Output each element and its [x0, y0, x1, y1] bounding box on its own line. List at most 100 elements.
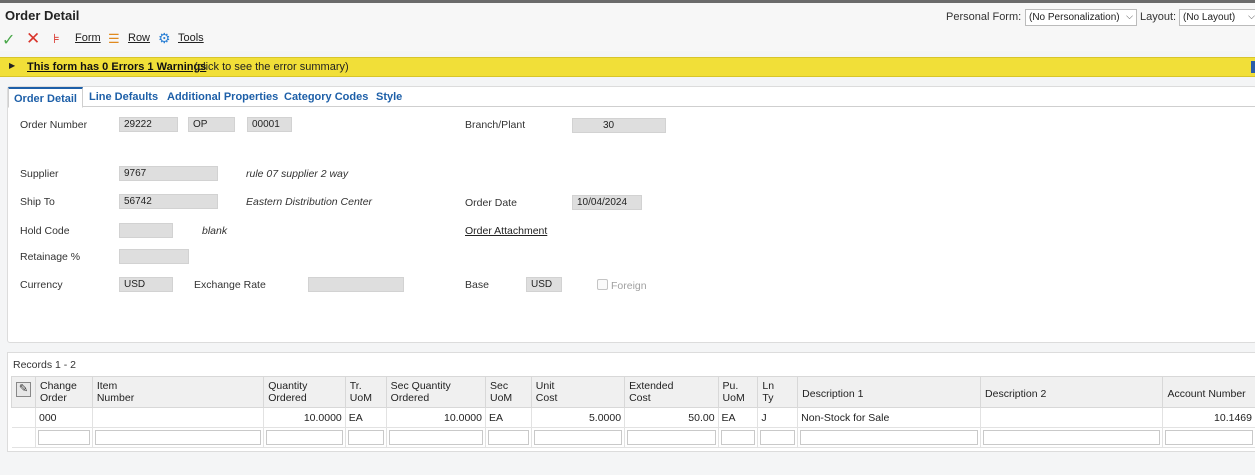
- new-entry-row[interactable]: [11, 427, 1255, 448]
- tab-line-defaults[interactable]: Line Defaults: [89, 91, 158, 103]
- cell-sec-quantity-ordered[interactable]: 10.0000: [386, 407, 486, 428]
- personal-form-select[interactable]: (No Personalization) ⌵: [1025, 9, 1137, 26]
- order-type-field[interactable]: OP: [188, 117, 235, 132]
- layout-select[interactable]: (No Layout) ⌵: [1179, 9, 1255, 26]
- warning-bar[interactable]: ▶ This form has 0 Errors 1 Warnings (cli…: [0, 57, 1255, 77]
- form-menu-button[interactable]: Form: [75, 32, 101, 44]
- col-header-ln-ty[interactable]: Ln Ty: [757, 376, 799, 408]
- currency-field[interactable]: USD: [119, 277, 173, 292]
- table-row[interactable]: 000 10.0000 EA 10.0000 EA 5.0000 50.00 E…: [11, 407, 1255, 428]
- col-header-tr-uom[interactable]: Tr. UoM: [344, 376, 387, 408]
- cell-change-order[interactable]: 000: [35, 407, 93, 428]
- row-menu-icon[interactable]: ☰: [108, 31, 120, 47]
- tools-menu-button[interactable]: Tools: [178, 32, 204, 44]
- ship-to-label: Ship To: [20, 196, 55, 208]
- cell-unit-cost[interactable]: 5.0000: [531, 407, 626, 428]
- pu-uom-input[interactable]: [720, 430, 756, 445]
- cell-tr-uom[interactable]: EA: [345, 407, 387, 428]
- cancel-x-icon[interactable]: ✕: [26, 29, 40, 49]
- foreign-checkbox[interactable]: [597, 279, 608, 290]
- ok-checkmark-icon[interactable]: ✓: [2, 30, 15, 50]
- ln-ty-input[interactable]: [760, 430, 796, 445]
- page-title: Order Detail: [5, 8, 80, 23]
- row-select-cell[interactable]: [11, 427, 36, 448]
- quantity-ordered-input[interactable]: [266, 430, 343, 445]
- hold-code-label: Hold Code: [20, 225, 70, 237]
- input-cell[interactable]: [624, 427, 719, 448]
- input-cell[interactable]: [263, 427, 346, 448]
- cell-sec-uom[interactable]: EA: [485, 407, 532, 428]
- input-cell[interactable]: [92, 427, 265, 448]
- input-cell[interactable]: [485, 427, 532, 448]
- exchange-rate-label: Exchange Rate: [194, 279, 266, 291]
- foreign-label: Foreign: [611, 280, 647, 292]
- col-header-sec-quantity-ordered[interactable]: Sec Quantity Ordered: [385, 376, 486, 408]
- order-detail-panel: Order Detail Line Defaults Additional Pr…: [7, 86, 1255, 343]
- cell-ln-ty[interactable]: J: [757, 407, 799, 428]
- input-cell[interactable]: [386, 427, 486, 448]
- cell-description-2[interactable]: [980, 407, 1164, 428]
- toolbar: ✓ ✕ ⊧ Form ☰ Row ⚙ Tools: [0, 29, 1255, 51]
- col-header-sec-uom[interactable]: Sec UoM: [484, 376, 532, 408]
- item-number-input[interactable]: [94, 430, 262, 445]
- supplier-description: rule 07 supplier 2 way: [246, 168, 349, 180]
- col-header-description-1[interactable]: Description 1: [797, 376, 982, 408]
- grid-select-all-header[interactable]: ✎: [11, 376, 36, 408]
- description-1-input[interactable]: [800, 430, 979, 445]
- base-currency-field[interactable]: USD: [526, 277, 562, 292]
- change-order-input[interactable]: [38, 430, 90, 445]
- order-attachment-link[interactable]: Order Attachment: [465, 225, 547, 237]
- gear-icon[interactable]: ⚙: [158, 30, 171, 47]
- supplier-field[interactable]: 9767: [119, 166, 218, 181]
- hold-code-field[interactable]: [119, 223, 173, 238]
- input-cell[interactable]: [980, 427, 1164, 448]
- unit-cost-input[interactable]: [533, 430, 623, 445]
- form-menu-icon[interactable]: ⊧: [53, 31, 60, 47]
- input-cell[interactable]: [1162, 427, 1255, 448]
- cell-account-number[interactable]: 10.1469: [1162, 407, 1255, 428]
- input-cell[interactable]: [345, 427, 387, 448]
- order-number-label: Order Number: [20, 119, 88, 131]
- branch-plant-field[interactable]: 30: [572, 118, 666, 133]
- tab-style[interactable]: Style: [376, 91, 402, 103]
- col-header-unit-cost[interactable]: Unit Cost: [530, 376, 626, 408]
- input-cell[interactable]: [797, 427, 982, 448]
- retainage-field[interactable]: [119, 249, 189, 264]
- input-cell[interactable]: [35, 427, 93, 448]
- col-header-account-number[interactable]: Account Number: [1162, 376, 1255, 408]
- cell-item-number[interactable]: [92, 407, 265, 428]
- row-select-cell[interactable]: [11, 407, 36, 428]
- order-company-field[interactable]: 00001: [247, 117, 292, 132]
- ship-to-field[interactable]: 56742: [119, 194, 218, 209]
- col-header-extended-cost[interactable]: Extended Cost: [624, 376, 719, 408]
- sec-quantity-input[interactable]: [388, 430, 483, 445]
- tab-additional-properties[interactable]: Additional Properties: [167, 91, 278, 103]
- account-number-input[interactable]: [1165, 430, 1253, 445]
- extended-cost-input[interactable]: [627, 430, 716, 445]
- input-cell[interactable]: [531, 427, 626, 448]
- col-header-item-number[interactable]: Item Number: [91, 376, 265, 408]
- expand-triangle-icon[interactable]: ▶: [9, 61, 15, 70]
- warning-summary-link[interactable]: This form has 0 Errors 1 Warnings: [27, 61, 206, 73]
- tab-order-detail[interactable]: Order Detail: [8, 87, 83, 108]
- tab-category-codes[interactable]: Category Codes: [284, 91, 368, 103]
- col-header-description-2[interactable]: Description 2: [980, 376, 1164, 408]
- cell-pu-uom[interactable]: EA: [718, 407, 759, 428]
- cell-quantity-ordered[interactable]: 10.0000: [263, 407, 346, 428]
- order-number-field[interactable]: 29222: [119, 117, 178, 132]
- exchange-rate-field[interactable]: [308, 277, 404, 292]
- input-cell[interactable]: [757, 427, 799, 448]
- col-header-change-order[interactable]: Change Order: [35, 376, 93, 408]
- grid-options-icon[interactable]: ✎: [16, 382, 31, 397]
- cell-description-1[interactable]: Non-Stock for Sale: [797, 407, 982, 428]
- input-cell[interactable]: [718, 427, 759, 448]
- col-header-quantity-ordered[interactable]: Quantity Ordered: [263, 376, 346, 408]
- col-header-pu-uom[interactable]: Pu. UoM: [717, 376, 759, 408]
- detail-grid-area: Records 1 - 2 ✎ Change Order Item Number Q…: [7, 352, 1255, 452]
- order-date-field[interactable]: 10/04/2024: [572, 195, 642, 210]
- row-menu-button[interactable]: Row: [128, 32, 150, 44]
- sec-uom-input[interactable]: [487, 430, 529, 445]
- cell-extended-cost[interactable]: 50.00: [624, 407, 719, 428]
- tr-uom-input[interactable]: [347, 430, 384, 445]
- description-2-input[interactable]: [983, 430, 1161, 445]
